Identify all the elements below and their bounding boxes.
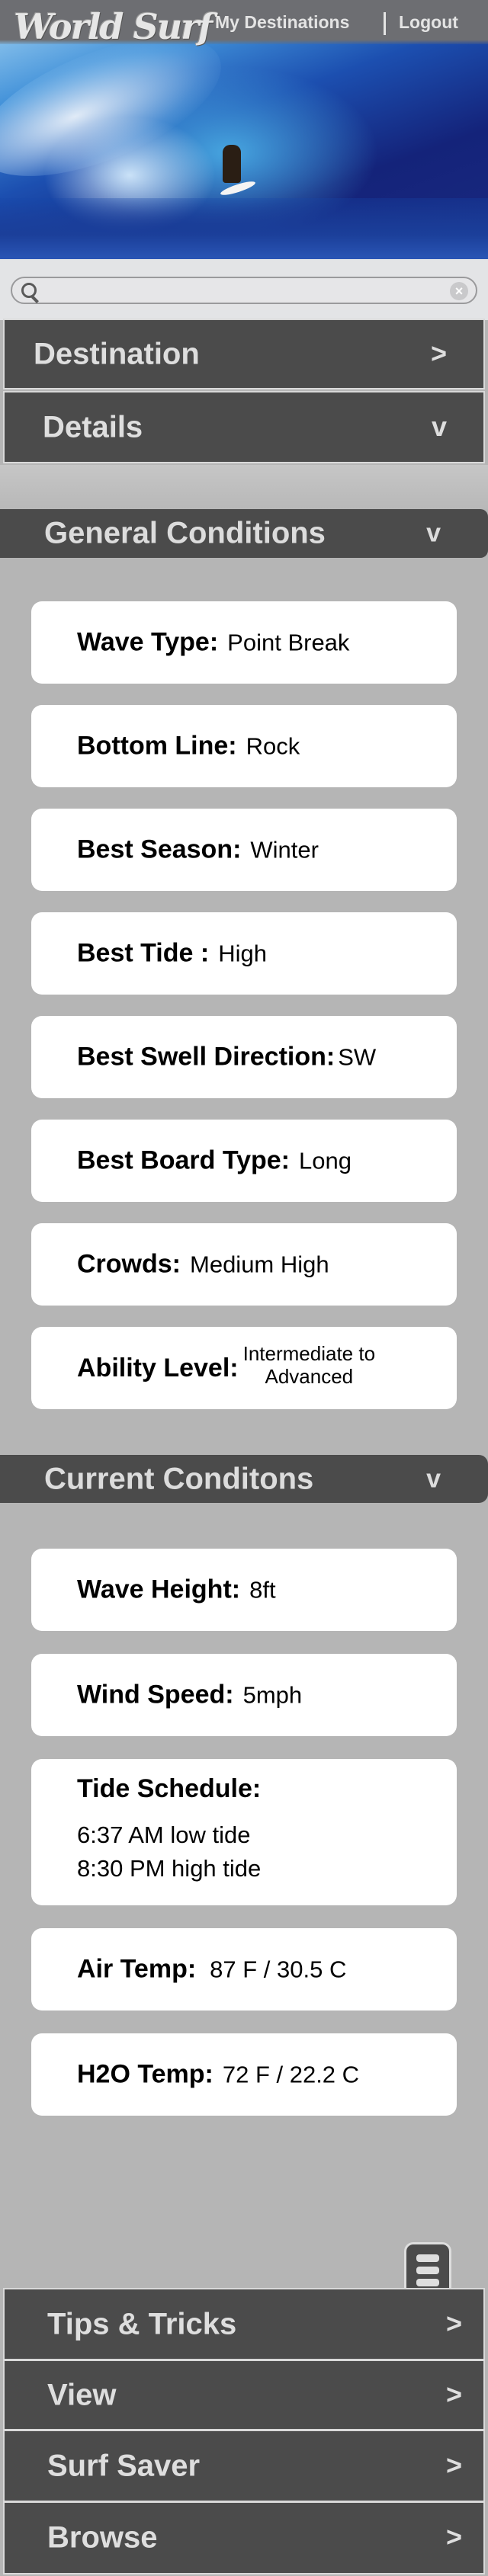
section-current-conditions[interactable]: Current Conditons v	[0, 1455, 488, 1503]
menu-line	[416, 2267, 439, 2274]
condition-card-ability-level: Ability Level: Intermediate to Advanced	[31, 1327, 457, 1409]
value: Medium High	[190, 1251, 329, 1277]
clear-icon[interactable]: ×	[450, 282, 468, 300]
nav-label: Destination	[34, 337, 200, 370]
value: 5mph	[242, 1681, 303, 1708]
value-line: Intermediate to	[242, 1342, 376, 1365]
value: High	[218, 940, 267, 966]
nav-label: Details	[43, 410, 143, 444]
value-line: Advanced	[265, 1365, 354, 1388]
tide-line: 8:30 PM high tide	[77, 1855, 262, 1882]
search-input[interactable]	[43, 281, 442, 301]
hamburger-menu-icon[interactable]	[404, 2242, 451, 2289]
condition-card-bottom-line: Bottom Line: Rock	[31, 705, 457, 787]
condition-card-best-tide: Best Tide : High	[31, 912, 457, 995]
chevron-right-icon: >	[445, 2307, 462, 2339]
value: SW	[338, 1043, 377, 1070]
label: Wave Type:	[77, 627, 219, 657]
chevron-right-icon: >	[430, 337, 447, 369]
label: Wave Height:	[77, 1575, 241, 1604]
value: Intermediate to Advanced	[243, 1342, 375, 1388]
value: Winter	[250, 836, 319, 863]
search-field[interactable]: ×	[11, 277, 477, 304]
logo[interactable]: World Surf	[14, 6, 213, 47]
menu-browse[interactable]: Browse >	[3, 2501, 485, 2574]
menu-view[interactable]: View >	[3, 2360, 485, 2430]
menu-tips-tricks[interactable]: Tips & Tricks >	[3, 2288, 485, 2360]
label: Tide Schedule:	[77, 1774, 262, 1803]
value: Rock	[246, 732, 300, 759]
menu-label: Surf Saver	[47, 2449, 201, 2482]
my-destinations-link[interactable]: My Destinations	[215, 12, 349, 33]
divider	[384, 12, 386, 35]
label: Best Season:	[77, 835, 242, 864]
surfer-figure	[223, 145, 241, 183]
wave-water	[0, 198, 488, 259]
condition-card-crowds: Crowds: Medium High	[31, 1223, 457, 1306]
label: Best Tide :	[77, 938, 210, 968]
value: 87 F / 30.5 C	[210, 1956, 347, 1982]
label: Air Temp:	[77, 1954, 197, 1984]
menu-surf-saver[interactable]: Surf Saver >	[3, 2430, 485, 2502]
menu-line	[416, 2254, 439, 2262]
value: Point Break	[227, 629, 350, 655]
spacer	[0, 465, 488, 509]
current-card-wind-speed: Wind Speed: 5mph	[31, 1654, 457, 1736]
value: Long	[298, 1147, 352, 1174]
label: Wind Speed:	[77, 1680, 234, 1709]
nav-destination[interactable]: Destination >	[3, 319, 485, 389]
section-title: General Conditions	[44, 516, 326, 550]
chevron-down-icon: v	[431, 410, 447, 442]
label: Crowds:	[77, 1249, 181, 1279]
section-title: Current Conditons	[44, 1462, 314, 1495]
label: H2O Temp:	[77, 2059, 214, 2089]
condition-card-wave-type: Wave Type: Point Break	[31, 601, 457, 684]
condition-card-best-season: Best Season: Winter	[31, 809, 457, 891]
search-icon	[21, 283, 37, 298]
label: Ability Level:	[77, 1353, 239, 1383]
menu-label: Tips & Tricks	[47, 2307, 237, 2341]
tide-line: 6:37 AM low tide	[77, 1821, 251, 1848]
chevron-down-icon: v	[426, 518, 441, 548]
condition-card-swell-direction: Best Swell Direction: SW	[31, 1016, 457, 1098]
chevron-right-icon: >	[445, 2449, 462, 2481]
nav-details[interactable]: Details v	[3, 391, 485, 463]
section-general-conditions[interactable]: General Conditions v	[0, 509, 488, 558]
menu-label: Browse	[47, 2520, 158, 2555]
chevron-right-icon: >	[445, 2521, 462, 2553]
label: Best Swell Direction:	[77, 1042, 336, 1072]
label: Bottom Line:	[77, 731, 237, 761]
chevron-down-icon: v	[426, 1464, 441, 1493]
value: 8ft	[249, 1576, 276, 1603]
current-card-air-temp: Air Temp: 87 F / 30.5 C	[31, 1928, 457, 2010]
menu-line	[416, 2279, 439, 2286]
current-card-tide-schedule: Tide Schedule: 6:37 AM low tide 8:30 PM …	[31, 1759, 457, 1905]
logout-link[interactable]: Logout	[399, 12, 458, 33]
label: Best Board Type:	[77, 1145, 290, 1175]
current-card-wave-height: Wave Height: 8ft	[31, 1549, 457, 1631]
chevron-right-icon: >	[445, 2378, 462, 2410]
menu-label: View	[47, 2378, 117, 2411]
current-card-h2o-temp: H2O Temp: 72 F / 22.2 C	[31, 2033, 457, 2116]
value: 72 F / 22.2 C	[222, 2061, 360, 2087]
condition-card-board-type: Best Board Type: Long	[31, 1120, 457, 1202]
